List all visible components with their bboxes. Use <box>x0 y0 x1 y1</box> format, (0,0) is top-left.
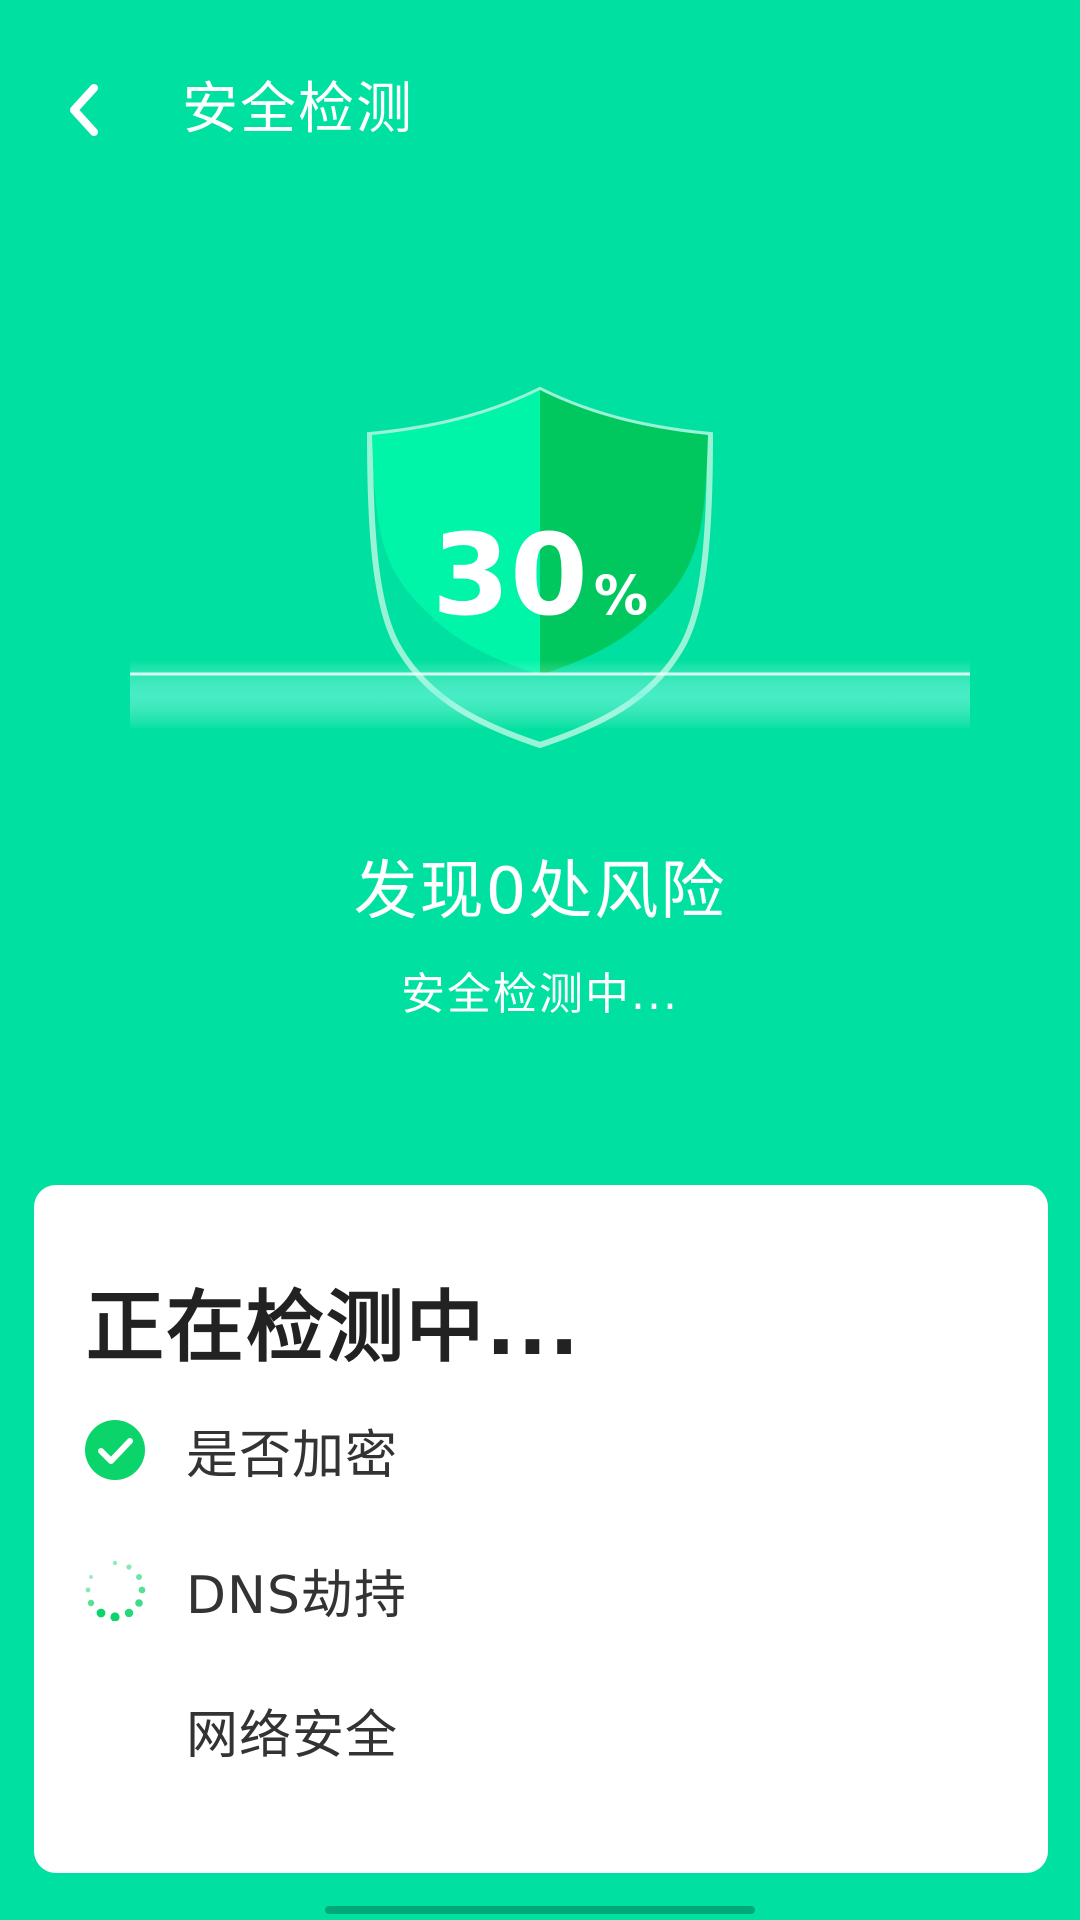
check-card: 正在检测中... 是否加密 DNS劫持 网络安全 <box>34 1185 1048 1873</box>
header: 安全检测 <box>0 0 1080 220</box>
check-item-label: DNS劫持 <box>186 1565 407 1626</box>
progress-unit: % <box>593 564 648 627</box>
check-circle-icon <box>84 1419 146 1481</box>
spinner-icon <box>84 1559 146 1621</box>
card-title: 正在检测中... <box>86 1283 581 1373</box>
chevron-left-icon <box>70 84 98 136</box>
check-item-network: 网络安全 <box>84 1690 984 1770</box>
check-item-label: 网络安全 <box>186 1705 399 1766</box>
risk-summary: 发现0处风险 <box>353 855 727 929</box>
shield-progress: 30% <box>0 380 1080 760</box>
home-indicator[interactable] <box>325 1906 755 1914</box>
pending-placeholder <box>84 1699 146 1761</box>
check-item-dns: DNS劫持 <box>84 1550 984 1630</box>
page-title: 安全检测 <box>182 77 414 142</box>
scan-status: 安全检测中... <box>401 969 679 1020</box>
check-item-encryption: 是否加密 <box>84 1410 984 1490</box>
progress-percent: 30% <box>0 520 1080 632</box>
check-item-label: 是否加密 <box>186 1425 399 1486</box>
progress-number: 30 <box>432 511 588 641</box>
screen: 安全检测 30% 发现0处风险 安全检测中... 正在检测中... 是否加密 D… <box>0 0 1080 1920</box>
back-button[interactable] <box>52 70 116 150</box>
